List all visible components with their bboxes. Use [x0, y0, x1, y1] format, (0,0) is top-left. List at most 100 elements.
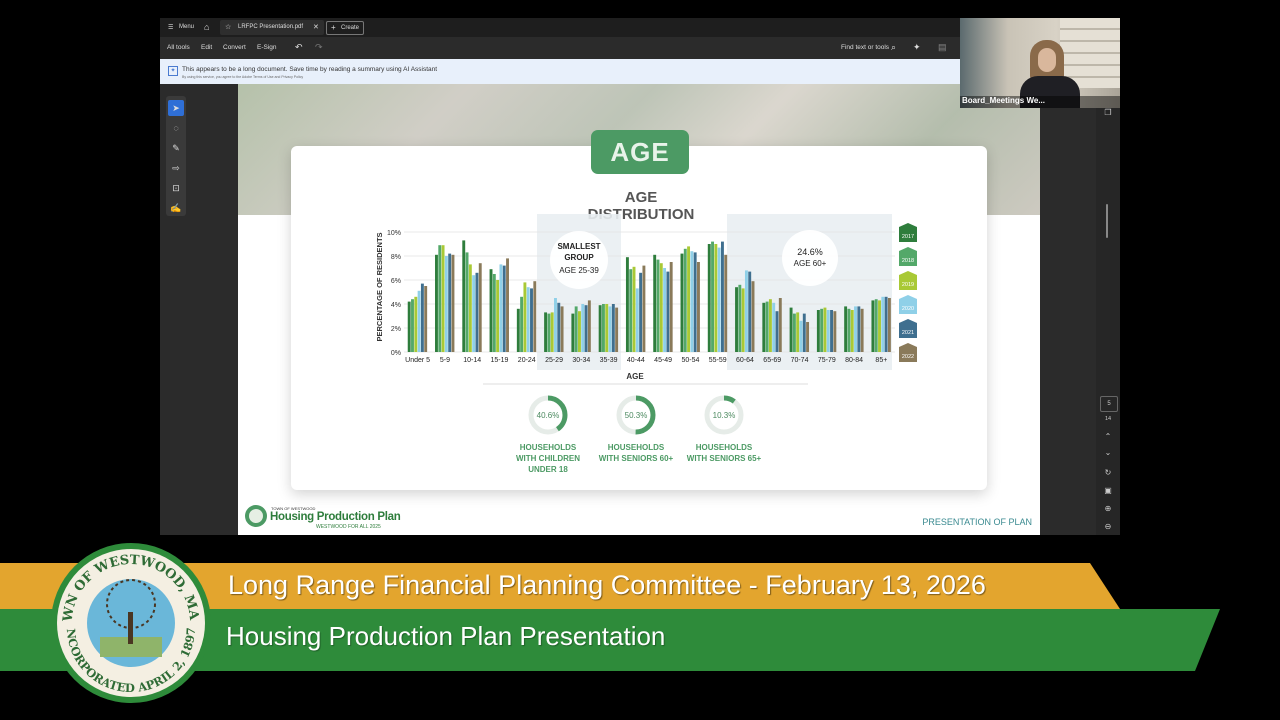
x-axis-label: AGE	[626, 372, 644, 381]
x-tick-label: 70-74	[791, 357, 809, 364]
page-up-icon[interactable]: ⌃	[1100, 430, 1116, 444]
stamp-icon[interactable]: ✍	[168, 200, 184, 216]
bar-70-74-2022	[806, 322, 810, 352]
page-total: 14	[1104, 416, 1112, 422]
select-cursor-icon[interactable]: ➤	[168, 100, 184, 116]
y-axis-label: PERCENTAGE OF RESIDENTS	[375, 232, 384, 341]
text-select-icon[interactable]: ⊡	[168, 180, 184, 196]
bar-75-79-2017	[816, 310, 820, 352]
x-tick-label: 65-69	[763, 357, 781, 364]
bar-75-79-2019	[823, 307, 827, 352]
legend-label-2017: 2017	[902, 234, 914, 240]
bar-15-19-2017	[489, 269, 493, 352]
edit-button[interactable]: Edit	[201, 44, 212, 51]
print-icon[interactable]: ▤	[938, 42, 947, 53]
bar-65-69-2019	[768, 299, 772, 352]
lower-third: Long Range Financial Planning Committee …	[0, 542, 1280, 720]
bar-20-24-2019	[523, 282, 527, 352]
x-tick-label: 30-34	[572, 357, 590, 364]
bar-5-9-2017	[435, 254, 438, 352]
bar-55-59-2017	[707, 244, 711, 352]
bar-Under 5-2020	[417, 290, 421, 352]
bar-Under 5-2018	[411, 299, 414, 352]
bar-65-69-2022	[778, 298, 782, 352]
callout-left: SMALLEST GROUP AGE 25-39	[550, 231, 608, 289]
legend-label-2020: 2020	[902, 306, 914, 312]
x-tick-label: 45-49	[654, 357, 672, 364]
tab-document[interactable]: ☆ LRFPC Presentation.pdf ✕	[220, 20, 324, 35]
bar-85+-2022	[887, 298, 891, 352]
create-button[interactable]: + Create	[326, 21, 364, 35]
donut-label: WITH CHILDREN	[516, 454, 580, 463]
close-tab-icon[interactable]: ✕	[313, 23, 319, 31]
scrollbar-thumb[interactable]	[1106, 204, 1108, 238]
callout-right-title: 24.6%	[797, 247, 823, 257]
page-number-field[interactable]: 5	[1100, 396, 1118, 412]
bar-80-84-2019	[850, 310, 854, 352]
bar-30-34-2019	[578, 311, 581, 352]
star-icon[interactable]: ☆	[225, 23, 231, 31]
bar-35-39-2019	[605, 304, 609, 352]
bar-5-9-2018	[438, 245, 442, 352]
bar-30-34-2017	[571, 313, 575, 352]
x-tick-label: 25-29	[545, 357, 563, 364]
bar-35-39-2020	[608, 306, 612, 352]
bar-10-14-2019	[468, 264, 472, 352]
legend-label-2022: 2022	[902, 354, 914, 360]
home-icon[interactable]: ⌂	[204, 22, 209, 32]
footer-plan-sub: WESTWOOD FOR ALL 2025	[316, 524, 381, 530]
save-icon[interactable]: ▣	[1100, 484, 1116, 498]
bar-20-24-2022	[533, 281, 537, 352]
footer-plan-title: Housing Production Plan	[270, 511, 401, 523]
rotate-icon[interactable]: ↻	[1100, 466, 1116, 480]
bar-50-54-2022	[697, 262, 700, 352]
bar-75-79-2018	[820, 308, 824, 352]
bar-70-74-2018	[792, 313, 796, 352]
x-tick-label: 55-59	[709, 357, 727, 364]
undo-icon[interactable]: ↶	[295, 42, 303, 53]
donut-label: WITH SENIORS 60+	[599, 454, 674, 463]
search-icon[interactable]: ⌕	[891, 42, 896, 53]
redo-icon[interactable]: ↷	[315, 42, 323, 53]
bar-85+-2020	[881, 296, 885, 352]
bar-Under 5-2021	[420, 283, 424, 352]
footer-presentation-label: PRESENTATION OF PLAN	[922, 517, 1032, 527]
esign-button[interactable]: E-Sign	[257, 44, 277, 51]
bar-70-74-2017	[789, 307, 793, 352]
find-label[interactable]: Find text or tools	[841, 44, 889, 51]
bar-80-84-2017	[844, 306, 848, 352]
bar-80-84-2018	[847, 308, 851, 352]
y-tick-label: 10%	[387, 230, 401, 237]
comment-icon[interactable]: ◌	[168, 120, 184, 136]
callout-right: 24.6% AGE 60+	[782, 230, 838, 286]
bar-75-79-2021	[830, 310, 834, 352]
y-tick-label: 2%	[391, 326, 401, 333]
bar-10-14-2022	[478, 263, 482, 352]
bar-50-54-2017	[680, 253, 684, 352]
callout-left-title-1: SMALLEST	[557, 242, 600, 251]
bar-35-39-2018	[601, 304, 605, 352]
meeting-subtitle: Housing Production Plan Presentation	[226, 621, 666, 651]
donut-label: HOUSEHOLDS	[520, 443, 577, 452]
pages-icon[interactable]: ❐	[1100, 106, 1116, 120]
donut-value: 50.3%	[625, 411, 648, 420]
zoom-out-icon[interactable]: ⊖	[1100, 520, 1116, 534]
convert-button[interactable]: Convert	[223, 44, 246, 51]
pen-icon[interactable]: ✎	[168, 140, 184, 156]
webcam-label: Board_Meetings We...	[962, 96, 1045, 105]
callout-left-title-2: GROUP	[564, 253, 594, 262]
share-arrow-icon[interactable]: ⇨	[168, 160, 184, 176]
bar-50-54-2018	[683, 248, 687, 352]
bar-50-54-2021	[693, 252, 697, 352]
hamburger-icon[interactable]: ☰	[168, 24, 173, 31]
bar-5-9-2021	[448, 253, 452, 352]
y-tick-label: 0%	[391, 350, 401, 357]
menu-label[interactable]: Menu	[179, 24, 194, 30]
bar-15-19-2021	[502, 265, 506, 352]
ai-assistant-icon[interactable]: ✦	[913, 42, 921, 53]
page-down-icon[interactable]: ⌄	[1100, 446, 1116, 460]
bar-35-39-2022	[615, 307, 619, 352]
zoom-in-icon[interactable]: ⊕	[1100, 502, 1116, 516]
all-tools-button[interactable]: All tools	[167, 44, 190, 51]
bar-Under 5-2022	[424, 286, 428, 352]
